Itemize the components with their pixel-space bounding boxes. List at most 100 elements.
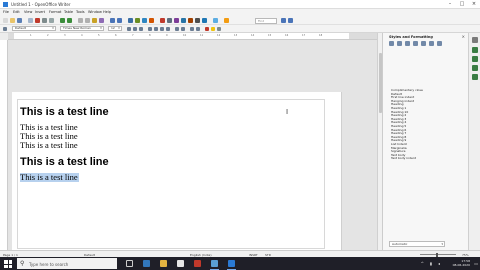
find-input[interactable]: Find (255, 18, 277, 24)
store-icon[interactable] (177, 260, 184, 267)
close-icon[interactable]: × (468, 0, 480, 9)
edit-file-icon[interactable] (28, 18, 33, 23)
writer-taskbar-icon[interactable] (228, 260, 235, 267)
frame-styles-icon[interactable] (404, 41, 410, 46)
data-sources-icon[interactable] (188, 18, 193, 23)
fill-format-icon[interactable] (428, 41, 434, 46)
maximize-icon[interactable]: □ (456, 0, 468, 9)
autospellcheck-icon[interactable] (67, 18, 72, 23)
doc-heading[interactable]: This is a test line (20, 156, 109, 168)
page-indicator[interactable]: Page 1 / 1 (3, 253, 18, 257)
bullets-icon[interactable] (181, 27, 185, 31)
italic-icon[interactable] (133, 27, 137, 31)
chart-icon[interactable] (149, 18, 154, 23)
gallery-icon[interactable] (472, 65, 478, 71)
properties-icon[interactable] (472, 47, 478, 53)
horizontal-ruler[interactable]: 1 2 3 4 5 6 7 8 9 10 11 12 13 14 15 16 1… (8, 33, 377, 40)
taskbar-search[interactable]: ⚲ Type here to search (17, 258, 117, 269)
find-previous-icon[interactable] (281, 18, 286, 23)
menu-help[interactable]: Help (103, 10, 111, 14)
chrome-icon[interactable] (194, 260, 201, 267)
zoom-slider-handle[interactable] (436, 252, 438, 257)
export-pdf-icon[interactable] (35, 18, 40, 23)
text-area[interactable]: This is a test line This is a test line … (17, 99, 325, 249)
network-icon[interactable]: ▮ (430, 261, 432, 266)
paragraph-styles-icon[interactable] (389, 41, 394, 46)
zoom-level[interactable]: 75% (462, 253, 469, 257)
system-clock[interactable]: 17:58 08-06-2020 (453, 259, 470, 267)
help-icon[interactable] (213, 18, 218, 23)
increase-indent-icon[interactable] (196, 27, 200, 31)
notification-icon[interactable]: ▭ (474, 261, 478, 266)
hyperlink-icon[interactable] (128, 18, 133, 23)
styles-icon[interactable] (472, 56, 478, 62)
font-name-select[interactable]: Times New Roman ▾ (60, 26, 104, 31)
align-left-icon[interactable] (148, 27, 152, 31)
list-styles-icon[interactable] (420, 41, 426, 46)
copy-icon[interactable] (85, 18, 90, 23)
doc-heading[interactable]: This is a test line (20, 106, 109, 118)
character-styles-icon[interactable] (396, 41, 402, 46)
doc-paragraph[interactable]: This is a test line (20, 141, 78, 150)
paragraph-style-select[interactable]: Default ▾ (12, 26, 56, 31)
chevron-up-icon[interactable]: ^ (421, 261, 424, 266)
numbering-icon[interactable] (175, 27, 179, 31)
menu-window[interactable]: Window (88, 10, 102, 14)
close-icon[interactable]: × (462, 34, 465, 39)
menu-tools[interactable]: Tools (76, 10, 85, 14)
cut-icon[interactable] (78, 18, 83, 23)
align-right-icon[interactable] (160, 27, 164, 31)
minimize-icon[interactable]: – (444, 0, 456, 9)
menu-file[interactable]: File (3, 10, 9, 14)
table-icon[interactable] (135, 18, 140, 23)
nonprinting-characters-icon[interactable] (195, 18, 200, 23)
language-indicator[interactable]: English (India) (190, 253, 212, 257)
page-styles-icon[interactable] (412, 41, 418, 46)
highlighting-icon[interactable] (211, 27, 215, 31)
align-center-icon[interactable] (154, 27, 158, 31)
new-style-icon[interactable] (436, 41, 442, 46)
bold-icon[interactable] (127, 27, 131, 31)
style-filter-select[interactable]: Automatic ▾ (389, 241, 445, 247)
font-size-select[interactable]: 12 ▾ (108, 26, 122, 31)
undo-icon[interactable] (110, 18, 115, 23)
volume-icon[interactable]: ◂ (438, 261, 440, 266)
new-document-icon[interactable] (3, 18, 8, 23)
windows-start-icon[interactable] (4, 260, 12, 268)
navigator-icon[interactable] (174, 18, 179, 23)
styles-formatting-icon[interactable] (3, 27, 7, 31)
spellcheck-icon[interactable] (60, 18, 65, 23)
background-color-icon[interactable] (217, 27, 221, 31)
save-icon[interactable] (17, 18, 22, 23)
menu-edit[interactable]: Edit (13, 10, 20, 14)
sidebar-menu-icon[interactable] (472, 37, 478, 43)
menu-view[interactable]: View (24, 10, 32, 14)
redo-icon[interactable] (117, 18, 122, 23)
open-folder-icon[interactable] (10, 18, 15, 23)
zoom-slider[interactable] (420, 254, 456, 255)
menu-insert[interactable]: Insert (35, 10, 45, 14)
find-next-icon[interactable] (288, 18, 293, 23)
vertical-ruler[interactable] (0, 40, 8, 250)
print-preview-icon[interactable] (49, 18, 54, 23)
openoffice-icon[interactable] (211, 260, 218, 267)
selection-mode-indicator[interactable]: STD (265, 253, 271, 257)
font-color-icon[interactable] (205, 27, 209, 31)
style-list-item[interactable]: Text body indent (391, 157, 416, 161)
menu-table[interactable]: Table (64, 10, 73, 14)
show-draw-functions-icon[interactable] (160, 18, 165, 23)
document-page[interactable]: This is a test line This is a test line … (12, 92, 342, 250)
zoom-icon[interactable] (202, 18, 207, 23)
clone-formatting-icon[interactable] (99, 18, 104, 23)
gallery-icon[interactable] (181, 18, 186, 23)
find-replace-icon[interactable] (167, 18, 172, 23)
navigator-icon[interactable] (472, 74, 478, 80)
justify-icon[interactable] (166, 27, 170, 31)
print-icon[interactable] (42, 18, 47, 23)
task-view-icon[interactable] (126, 260, 133, 267)
file-explorer-icon[interactable] (160, 260, 167, 267)
image-icon[interactable] (142, 18, 147, 23)
underline-icon[interactable] (139, 27, 143, 31)
edge-browser-icon[interactable] (143, 260, 150, 267)
menu-format[interactable]: Format (49, 10, 61, 14)
